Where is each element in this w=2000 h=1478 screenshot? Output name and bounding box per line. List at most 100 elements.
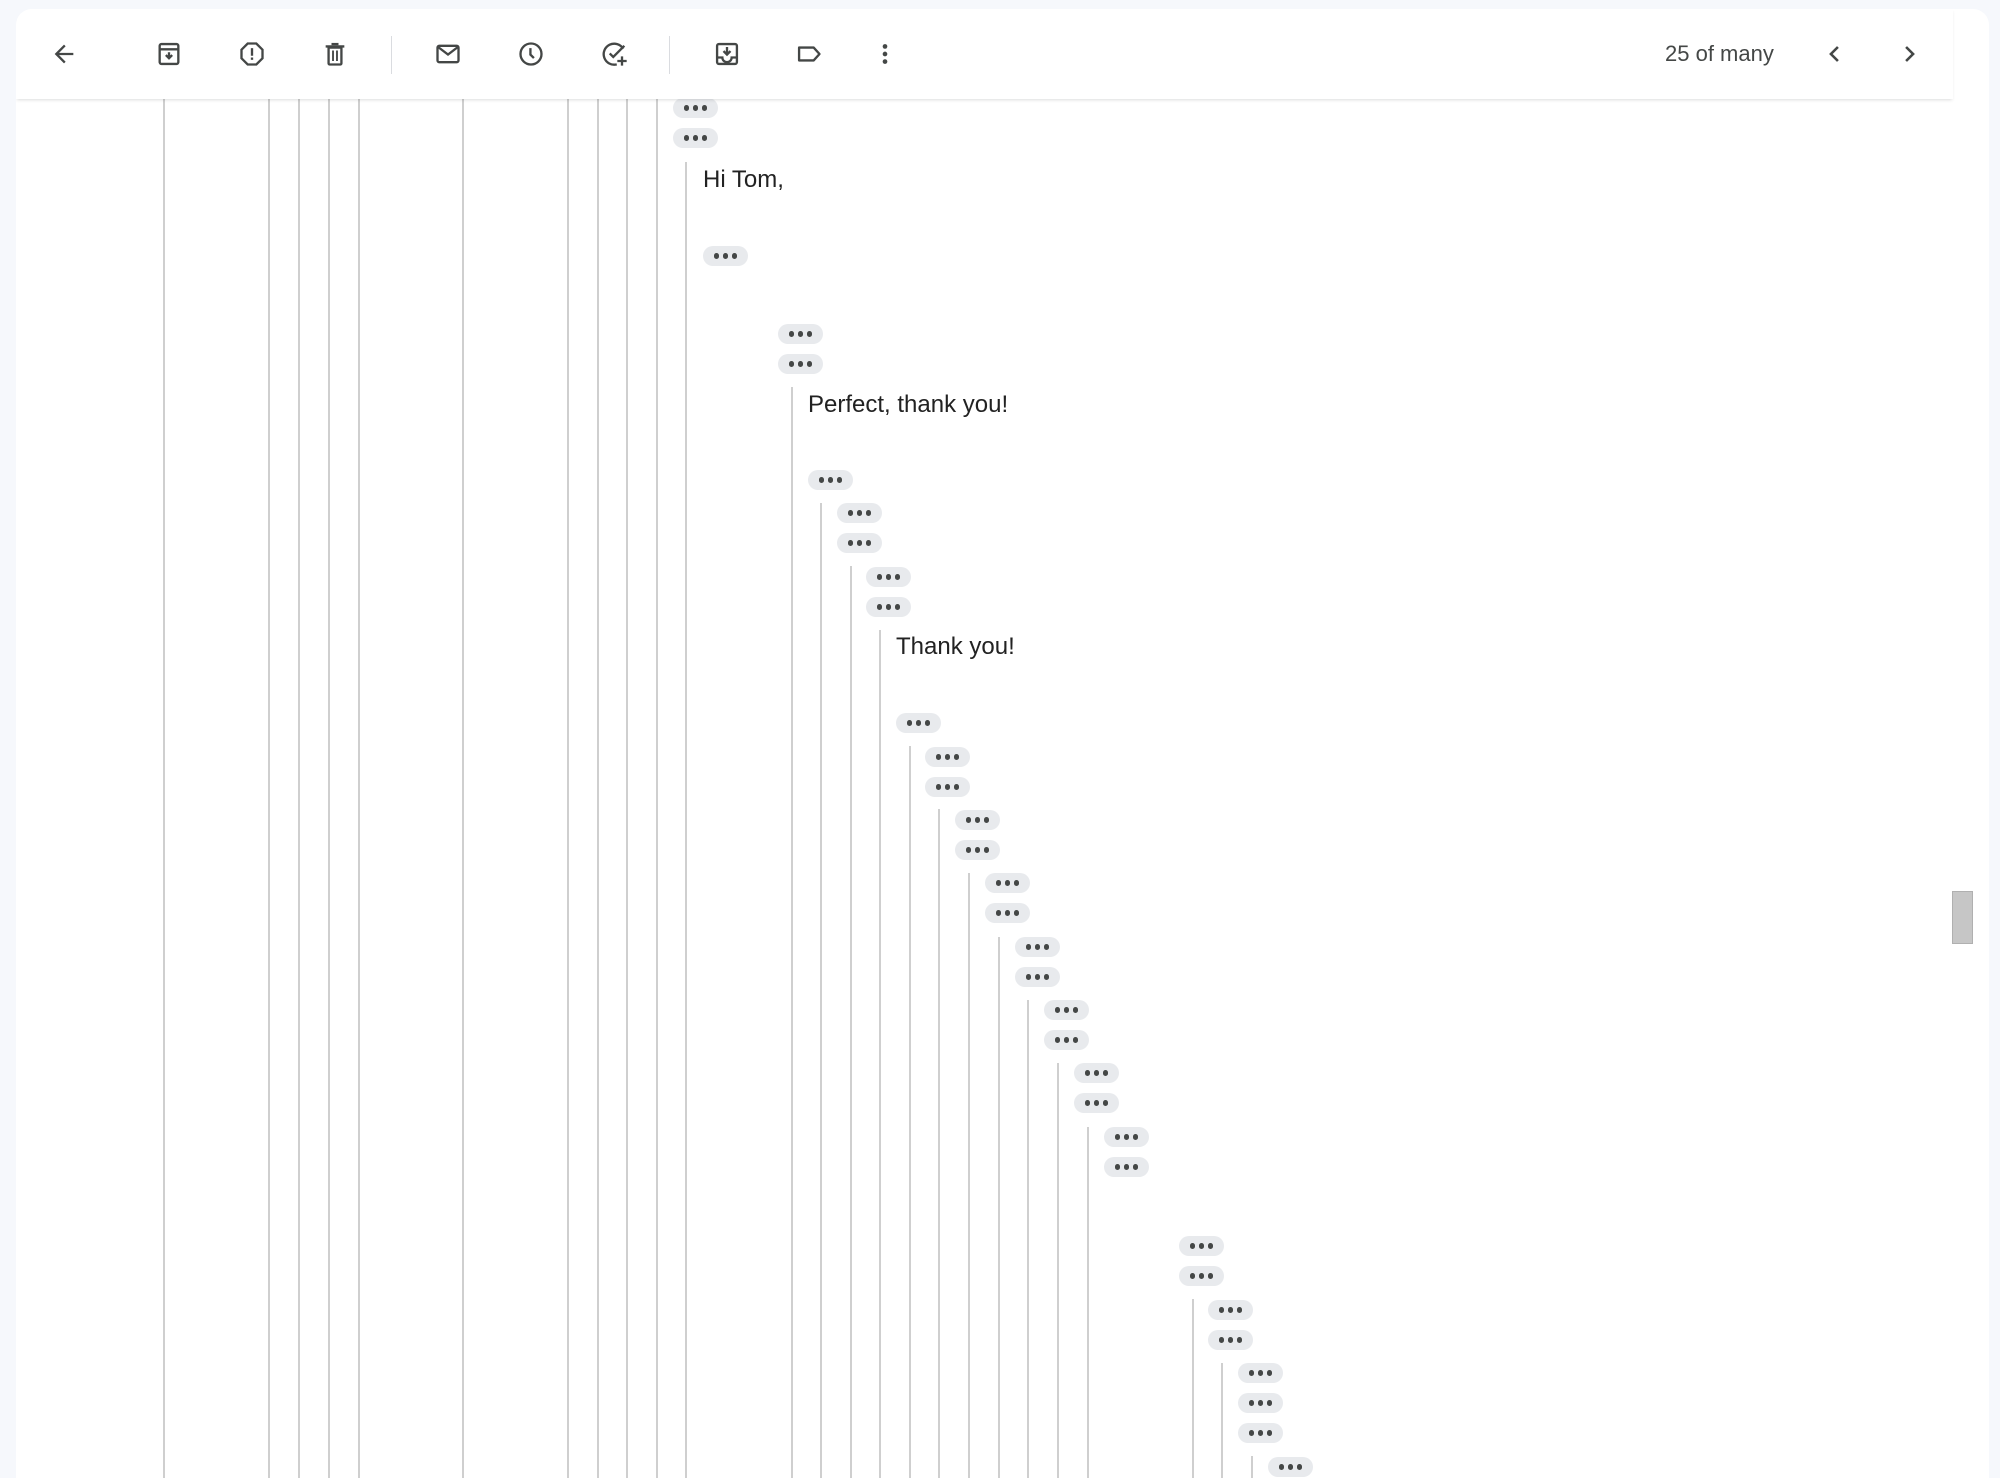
dot-icon: [1063, 1037, 1070, 1043]
dot-icon: [1093, 1100, 1100, 1106]
show-trimmed-content-button[interactable]: [837, 503, 882, 523]
show-trimmed-content-button[interactable]: [1044, 1030, 1089, 1050]
dot-icon: [701, 105, 708, 111]
show-trimmed-content-button[interactable]: [1208, 1330, 1253, 1350]
dot-icon: [1207, 1273, 1214, 1279]
quote-line: [597, 90, 599, 1478]
dot-icon: [856, 510, 863, 516]
quote-line: [1251, 1456, 1253, 1478]
dot-icon: [915, 720, 922, 726]
trash-icon: [325, 42, 345, 66]
dot-icon: [1084, 1100, 1091, 1106]
archive-icon: [158, 42, 180, 66]
quote-line: [1087, 1127, 1089, 1478]
show-trimmed-content-button[interactable]: [866, 567, 911, 587]
dot-icon: [713, 253, 720, 259]
dot-icon: [797, 361, 804, 367]
message-text: Hi Tom,: [703, 166, 784, 193]
move-to-button[interactable]: [707, 34, 747, 74]
show-trimmed-content-button[interactable]: [1268, 1457, 1313, 1477]
show-trimmed-content-button[interactable]: [1104, 1157, 1149, 1177]
quote-line: [938, 809, 940, 1478]
dot-icon: [1102, 1070, 1109, 1076]
dot-icon: [865, 540, 872, 546]
show-trimmed-content-button[interactable]: [837, 533, 882, 553]
snooze-button[interactable]: [511, 34, 551, 74]
quote-line: [328, 90, 330, 1478]
dot-icon: [935, 784, 942, 790]
dot-icon: [1266, 1400, 1273, 1406]
show-trimmed-content-button[interactable]: [673, 98, 718, 118]
show-trimmed-content-button[interactable]: [1044, 1000, 1089, 1020]
show-trimmed-content-button[interactable]: [985, 903, 1030, 923]
show-trimmed-content-button[interactable]: [985, 873, 1030, 893]
older-button[interactable]: [1889, 34, 1929, 74]
dot-icon: [1257, 1400, 1264, 1406]
report-spam-button[interactable]: [232, 34, 272, 74]
dot-icon: [906, 720, 913, 726]
message-body: Hi Tom, Perfect, thank you! Thank you!: [16, 9, 1989, 1478]
quote-line: [626, 90, 628, 1478]
show-trimmed-content-button[interactable]: [703, 246, 748, 266]
add-task-icon: [602, 42, 627, 66]
show-trimmed-content-button[interactable]: [673, 128, 718, 148]
show-trimmed-content-button[interactable]: [925, 747, 970, 767]
labels-button[interactable]: [789, 34, 829, 74]
show-trimmed-content-button[interactable]: [955, 840, 1000, 860]
dot-icon: [1034, 974, 1041, 980]
delete-button[interactable]: [315, 34, 355, 74]
dot-icon: [944, 754, 951, 760]
dot-icon: [683, 105, 690, 111]
show-trimmed-content-button[interactable]: [1238, 1363, 1283, 1383]
newer-button[interactable]: [1815, 34, 1855, 74]
dot-icon: [788, 361, 795, 367]
show-trimmed-content-button[interactable]: [1208, 1300, 1253, 1320]
dot-icon: [1236, 1337, 1243, 1343]
message-text: Thank you!: [896, 633, 1015, 660]
quote-line: [968, 873, 970, 1478]
add-to-tasks-button[interactable]: [595, 34, 635, 74]
dot-icon: [1025, 944, 1032, 950]
show-trimmed-content-button[interactable]: [1015, 937, 1060, 957]
show-trimmed-content-button[interactable]: [778, 324, 823, 344]
dot-icon: [1114, 1164, 1121, 1170]
dot-icon: [1093, 1070, 1100, 1076]
dot-icon: [836, 477, 843, 483]
show-trimmed-content-button[interactable]: [1015, 967, 1060, 987]
dot-icon: [1043, 944, 1050, 950]
dot-icon: [1025, 974, 1032, 980]
email-thread-card: 25 of many Hi Tom, Perfect, thank you! T…: [16, 9, 1989, 1478]
dot-icon: [1257, 1370, 1264, 1376]
dot-icon: [865, 510, 872, 516]
dot-icon: [692, 135, 699, 141]
show-trimmed-content-button[interactable]: [1074, 1093, 1119, 1113]
show-trimmed-content-button[interactable]: [778, 354, 823, 374]
dot-icon: [722, 253, 729, 259]
back-button[interactable]: [44, 34, 84, 74]
quote-line: [791, 387, 793, 1478]
dot-icon: [1004, 910, 1011, 916]
show-trimmed-content-button[interactable]: [1104, 1127, 1149, 1147]
quote-line: [268, 90, 270, 1478]
arrow-left-icon: [54, 44, 74, 64]
show-trimmed-content-button[interactable]: [925, 777, 970, 797]
dot-icon: [1266, 1370, 1273, 1376]
show-trimmed-content-button[interactable]: [1179, 1266, 1224, 1286]
dot-icon: [1072, 1007, 1079, 1013]
show-trimmed-content-button[interactable]: [1238, 1393, 1283, 1413]
dot-icon: [1013, 880, 1020, 886]
archive-button[interactable]: [149, 34, 189, 74]
dot-icon: [1114, 1134, 1121, 1140]
show-trimmed-content-button[interactable]: [1238, 1423, 1283, 1443]
show-trimmed-content-button[interactable]: [866, 597, 911, 617]
dot-icon: [974, 817, 981, 823]
show-trimmed-content-button[interactable]: [1074, 1063, 1119, 1083]
dot-icon: [797, 331, 804, 337]
show-trimmed-content-button[interactable]: [955, 810, 1000, 830]
scrollbar-thumb[interactable]: [1952, 891, 1973, 944]
more-button[interactable]: [865, 34, 905, 74]
show-trimmed-content-button[interactable]: [808, 470, 853, 490]
show-trimmed-content-button[interactable]: [1179, 1236, 1224, 1256]
mark-unread-button[interactable]: [428, 34, 468, 74]
show-trimmed-content-button[interactable]: [896, 713, 941, 733]
